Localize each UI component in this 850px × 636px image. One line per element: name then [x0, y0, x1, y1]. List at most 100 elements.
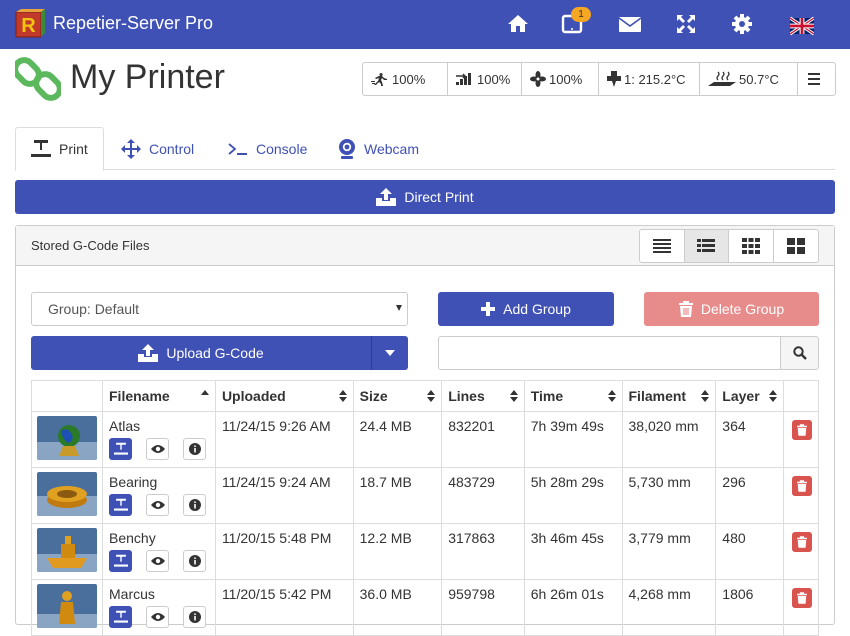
- lines-cell: 317863: [441, 523, 525, 580]
- trash-icon: [796, 480, 807, 492]
- uk-flag-icon[interactable]: [790, 14, 821, 38]
- webcam-icon: [339, 138, 355, 159]
- model-thumbnail[interactable]: [37, 528, 97, 572]
- preview-file-button[interactable]: [146, 606, 169, 628]
- layer-cell: 1806: [715, 579, 784, 636]
- search-button[interactable]: [780, 336, 819, 370]
- column-label: Filename: [109, 388, 170, 404]
- column-header-lines[interactable]: Lines: [441, 380, 525, 412]
- thumbnail-cell: [31, 467, 103, 524]
- print-nozzle-icon: [113, 442, 128, 455]
- direct-print-button[interactable]: Direct Print: [15, 180, 835, 214]
- extruder-icon: [607, 71, 621, 87]
- view-large-grid-button[interactable]: [774, 230, 818, 262]
- filament-cell: 3,779 mm: [621, 523, 717, 580]
- info-icon: [188, 555, 201, 567]
- file-table-body: Atlas 11/24/15 9:26 AM 24.4 MB 832201 7h…: [31, 411, 820, 636]
- column-header-layer[interactable]: Layer: [715, 380, 784, 412]
- panel-heading: Stored G-Code Files: [16, 226, 834, 266]
- actions-column-header: [782, 380, 820, 412]
- sort-icon: [768, 390, 777, 402]
- gcode-file-table: Filename Uploaded Size Lines Time Filame…: [31, 380, 820, 636]
- delete-file-button[interactable]: [791, 420, 812, 440]
- fan-status[interactable]: 100%: [522, 63, 599, 95]
- view-detail-list-button[interactable]: [684, 230, 729, 262]
- sort-icon: [509, 390, 518, 402]
- group-select[interactable]: Group: Default: [31, 292, 408, 326]
- delete-cell: [782, 467, 820, 524]
- delete-group-label: Delete Group: [700, 301, 785, 317]
- printer-status-bar: 100% 100% 100% 1: 215.2°C 50.7°C: [362, 62, 836, 96]
- model-thumbnail[interactable]: [37, 472, 97, 516]
- file-info-button[interactable]: [183, 550, 206, 572]
- filename-text: Marcus: [109, 586, 155, 602]
- th-icon: [741, 238, 760, 254]
- move-arrows-icon: [121, 138, 141, 159]
- row-actions: [109, 494, 209, 516]
- menu-button[interactable]: [798, 63, 835, 95]
- delete-file-button[interactable]: [791, 588, 812, 608]
- delete-file-button[interactable]: [791, 532, 812, 552]
- table-row[interactable]: Marcus 11/20/15 5:42 PM 36.0 MB 959798 6…: [31, 579, 820, 636]
- preview-file-button[interactable]: [146, 438, 169, 460]
- bed-status[interactable]: 50.7°C: [700, 63, 798, 95]
- tab-webcam[interactable]: Webcam: [338, 127, 419, 170]
- speed-status[interactable]: 100%: [363, 63, 448, 95]
- time-cell: 3h 46m 45s: [523, 523, 623, 580]
- trash-icon: [796, 424, 807, 436]
- flow-status[interactable]: 100%: [448, 63, 522, 95]
- column-header-filament[interactable]: Filament: [621, 380, 717, 412]
- table-row[interactable]: Bearing 11/24/15 9:24 AM 18.7 MB 483729 …: [31, 467, 820, 524]
- print-file-button[interactable]: [109, 494, 132, 516]
- file-info-button[interactable]: [183, 606, 206, 628]
- home-icon[interactable]: [506, 12, 530, 36]
- delete-group-button[interactable]: Delete Group: [644, 292, 819, 326]
- fullscreen-icon[interactable]: [674, 12, 698, 36]
- print-nozzle-icon: [113, 610, 128, 623]
- upload-dropdown-toggle[interactable]: [371, 336, 408, 370]
- delete-file-button[interactable]: [791, 476, 812, 496]
- notification-badge: 1: [571, 7, 591, 22]
- preview-file-button[interactable]: [146, 550, 169, 572]
- tab-webcam-label: Webcam: [364, 140, 419, 157]
- thumbnail-column-header: [31, 380, 103, 412]
- search-input[interactable]: [438, 336, 781, 370]
- column-header-uploaded[interactable]: Uploaded: [214, 380, 354, 412]
- gear-icon[interactable]: [730, 12, 754, 36]
- tab-print[interactable]: Print: [15, 127, 104, 171]
- tab-control[interactable]: Control: [121, 127, 194, 170]
- file-info-button[interactable]: [183, 494, 206, 516]
- table-row[interactable]: Benchy 11/20/15 5:48 PM 12.2 MB 317863 3…: [31, 523, 820, 580]
- view-small-grid-button[interactable]: [729, 230, 774, 262]
- table-header-row: Filename Uploaded Size Lines Time Filame…: [31, 380, 820, 412]
- row-actions: [109, 550, 209, 572]
- view-mode-group: [639, 229, 819, 263]
- add-group-button[interactable]: Add Group: [438, 292, 614, 326]
- column-header-size[interactable]: Size: [352, 380, 443, 412]
- repetier-logo-icon[interactable]: R: [15, 9, 45, 39]
- tab-console[interactable]: Console: [228, 127, 307, 170]
- filename-text: Atlas: [109, 418, 141, 434]
- print-file-button[interactable]: [109, 438, 132, 460]
- column-header-time[interactable]: Time: [523, 380, 623, 412]
- column-header-filename[interactable]: Filename: [102, 380, 216, 412]
- list-lines-icon: [652, 239, 671, 253]
- upload-gcode-button[interactable]: Upload G-Code: [31, 336, 371, 370]
- info-icon: [188, 443, 201, 455]
- layer-cell: 480: [715, 523, 784, 580]
- print-file-button[interactable]: [109, 550, 132, 572]
- model-thumbnail[interactable]: [37, 416, 97, 460]
- view-list-button[interactable]: [640, 230, 685, 262]
- printer-tabs: Print Control Console Webcam: [15, 127, 835, 171]
- table-row[interactable]: Atlas 11/24/15 9:26 AM 24.4 MB 832201 7h…: [31, 411, 820, 468]
- flow-value: 100%: [477, 71, 511, 87]
- file-info-button[interactable]: [183, 438, 206, 460]
- model-thumbnail[interactable]: [37, 584, 97, 628]
- preview-file-button[interactable]: [146, 494, 169, 516]
- lines-cell: 832201: [441, 411, 525, 468]
- envelope-icon[interactable]: [618, 12, 642, 36]
- print-file-button[interactable]: [109, 606, 132, 628]
- extruder-status[interactable]: 1: 215.2°C: [599, 63, 700, 95]
- filament-cell: 38,020 mm: [621, 411, 717, 468]
- gcode-files-panel: Stored G-Code Files Group: Default Add G…: [15, 225, 835, 636]
